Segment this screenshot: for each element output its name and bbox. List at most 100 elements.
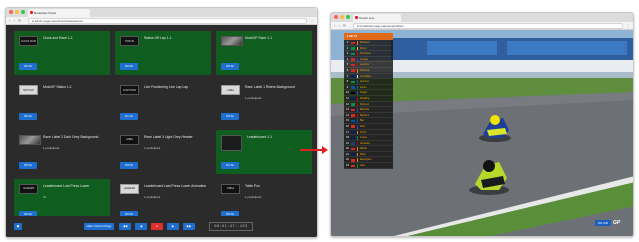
country-flag-icon	[351, 103, 355, 106]
control-panel-window: Broadcast Panel ‹ › ⟳ ● admin.page.panel…	[5, 7, 318, 238]
close-window-icon[interactable]	[334, 15, 338, 19]
team-color-marker	[357, 164, 358, 168]
tab-bar: Broadcast Panel	[6, 8, 317, 17]
maximize-window-icon[interactable]	[21, 10, 25, 14]
thumbnail-label: MOTOGP	[23, 88, 34, 92]
standings-header: LAP 10	[344, 33, 393, 40]
country-flag-icon	[351, 142, 355, 145]
hide-current-page-button[interactable]: Hide Current Page	[84, 223, 114, 230]
browser-tab[interactable]: Broadcast Panel	[28, 9, 90, 17]
card-title: Race Label 1 Riders Background	[245, 85, 295, 90]
url-field[interactable]: ● broadcast.page.panel/output/live/	[353, 23, 623, 29]
minimize-window-icon[interactable]	[15, 10, 19, 14]
country-flag-icon	[351, 86, 355, 89]
team-color-marker	[357, 124, 358, 129]
fast-forward-button[interactable]: ▶▶	[183, 223, 195, 230]
team-color-marker	[357, 63, 358, 67]
country-flag-icon	[351, 119, 355, 123]
team-color-marker	[357, 52, 358, 56]
on-air-badge: ON AIR	[594, 220, 611, 226]
tab-title: Output Live	[359, 16, 375, 20]
team-color-marker	[357, 130, 358, 135]
play-button[interactable]: ▶	[167, 223, 179, 230]
card-title: Leaderboard 1-1	[247, 134, 273, 139]
card-subtitle: 1 participant	[245, 194, 262, 199]
country-flag-icon	[351, 147, 355, 151]
graphic-card[interactable]: POSITIONS Live Positioning Live Lap Lap On…	[115, 80, 211, 125]
card-toggle-button[interactable]: Off Air	[221, 63, 239, 71]
card-toggle-button[interactable]: Off Air	[19, 161, 37, 169]
team-color-marker	[357, 158, 358, 163]
rewind-button[interactable]: ◀◀	[119, 223, 131, 230]
team-color-marker	[357, 136, 358, 140]
flow-arrow-line	[300, 149, 324, 151]
team-color-marker	[357, 119, 358, 123]
stop-button[interactable]: ◼	[14, 223, 22, 230]
country-flag-icon	[351, 47, 355, 50]
output-window: Output Live ‹ › ⟳ ● broadcast.page.panel…	[330, 12, 634, 237]
graphic-card[interactable]: MOTOGP MotoGP Status 1-1 Off Air	[14, 80, 110, 125]
address-bar: ‹ › ⟳ ● broadcast.page.panel/output/live…	[331, 22, 633, 30]
team-color-marker	[357, 46, 358, 51]
team-color-marker	[357, 141, 358, 146]
card-toggle-button[interactable]: Off Air	[221, 112, 239, 120]
browser-menu-icon[interactable]: ⋮	[310, 18, 314, 23]
rider-name: Aleix	[360, 164, 366, 168]
graphic-card[interactable]: LABEL Race Label 1 Riders Background 1 par…	[216, 80, 312, 125]
graphic-card[interactable]: Race Label 2 Dark Grey Background 1 parti…	[14, 129, 110, 174]
browser-tab[interactable]: Output Live	[353, 14, 401, 22]
graphic-thumbnail: LABEL	[120, 134, 139, 145]
graphic-card[interactable]: CLOCK 00:00 Clock and Race 1-1 Off Air	[14, 31, 110, 76]
card-title: Status Off Lap 1-1	[144, 36, 172, 40]
rider-position: 23	[346, 164, 349, 168]
graphic-card[interactable]: Leaderboard 1-1 On Air	[216, 129, 312, 174]
team-color-marker	[357, 57, 358, 62]
minimize-window-icon[interactable]	[340, 15, 344, 19]
card-subtitle: 1 participant	[144, 145, 161, 150]
thumbnail-label: LEADERS	[123, 187, 136, 191]
card-title: Race Label 3 Light Grey Header	[144, 134, 193, 139]
previous-button[interactable]: ◀	[135, 223, 147, 230]
card-title: Live Positioning Live Lap Lap	[144, 85, 189, 90]
card-subtitle: 1 participant	[144, 194, 161, 199]
window-controls	[334, 15, 350, 19]
graphic-card[interactable]: MotoGP Race 1-1 Off Air	[216, 31, 312, 76]
browser-menu-icon[interactable]: ⋮	[626, 23, 630, 28]
card-toggle-button[interactable]: On Air	[221, 161, 239, 169]
tab-favicon-icon	[30, 11, 33, 14]
thumbnail-label: POSITIONS	[122, 88, 137, 92]
card-toggle-button[interactable]: Off Air	[19, 112, 37, 120]
team-color-marker	[357, 68, 358, 73]
card-subtitle: 1 participant	[245, 96, 262, 101]
card-subtitle: 2x	[43, 194, 47, 199]
graphic-card[interactable]: LABEL Race Label 3 Light Grey Header 1 par…	[115, 129, 211, 174]
thumbnail-label: LABEL	[226, 88, 235, 92]
team-color-marker	[357, 85, 358, 90]
url-field[interactable]: ● admin.page.panel/control/sequence/	[28, 18, 307, 24]
nav-arrows-icon[interactable]: ‹ › ⟳	[334, 23, 347, 28]
nav-arrows-icon[interactable]: ‹ › ⟳	[9, 18, 22, 23]
graphic-card[interactable]: STATUS Status Off Lap 1-1 Off Air	[115, 31, 211, 76]
card-title: Race Label 2 Dark Grey Background	[43, 134, 99, 139]
card-toggle-button[interactable]: Off Air	[120, 161, 138, 169]
graphic-thumbnail	[19, 134, 41, 145]
card-title: Clock and Race 1-1	[43, 36, 73, 40]
country-flag-icon	[351, 75, 355, 78]
country-flag-icon	[351, 131, 355, 134]
maximize-window-icon[interactable]	[346, 15, 350, 19]
graphic-thumbnail: CLOCK 00:00	[19, 36, 38, 46]
close-window-icon[interactable]	[9, 10, 13, 14]
thumbnail-label: CLOCK 00:00	[21, 39, 36, 43]
card-toggle-button[interactable]: Off Air	[120, 63, 138, 71]
country-flag-icon	[351, 153, 355, 156]
address-bar: ‹ › ⟳ ● admin.page.panel/control/sequenc…	[6, 17, 317, 25]
race-video-output: LAP 10 1 Marquez 2 Rossi 3 Dovizioso 4 Vinales 5…	[331, 30, 633, 236]
record-button[interactable]: ●	[151, 223, 163, 230]
tab-title: Broadcast Panel	[34, 11, 57, 15]
country-flag-icon	[351, 114, 355, 117]
graphic-thumbnail: STATUS	[120, 36, 139, 46]
thumbnail-label: LABEL	[125, 138, 134, 141]
card-toggle-button[interactable]: Off Air	[19, 63, 37, 71]
graphic-thumbnail: LEADERS	[120, 183, 139, 194]
card-toggle-button[interactable]: On Air	[120, 112, 138, 120]
